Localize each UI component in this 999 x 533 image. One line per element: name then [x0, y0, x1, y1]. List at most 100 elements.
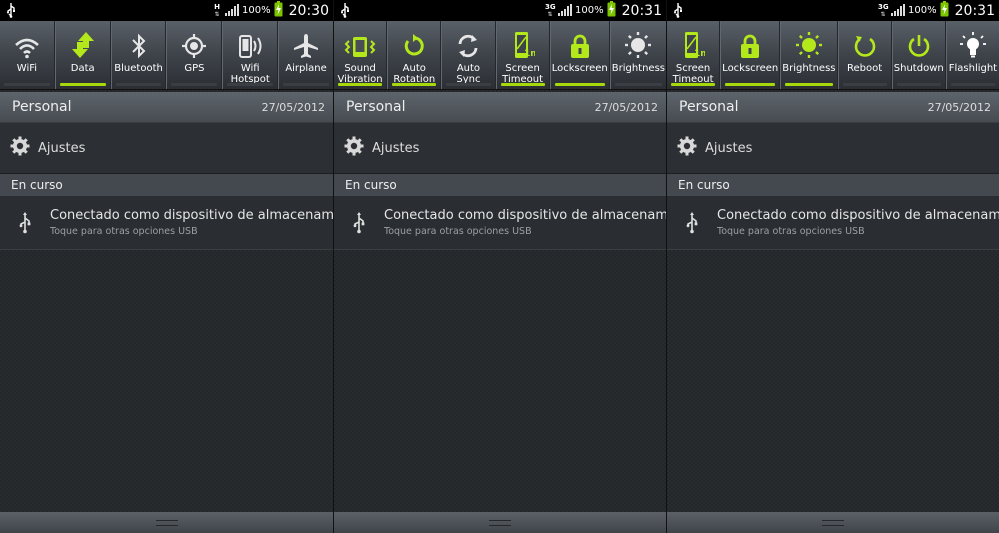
usb-status-icon [673, 2, 683, 22]
toggle-label: Auto Rotation [393, 63, 436, 85]
toggle-label: Flashlight [948, 63, 998, 74]
gear-icon [677, 136, 697, 160]
notification-panel-2: 3G ⇅ 100% 20:31 Sound Vibration Auto Rotat… [333, 0, 666, 533]
signal-icon [891, 1, 906, 20]
header-title: Personal [346, 99, 406, 115]
usb-notification[interactable]: Conectado como dispositivo de almacenami… [334, 196, 666, 250]
settings-row[interactable]: Ajustes [334, 122, 666, 174]
toggle-wifi-hotspot[interactable]: Wifi Hotspot [222, 21, 279, 89]
toggle-screen-timeout[interactable]: 1m Screen Timeout [667, 21, 721, 89]
sync-icon [442, 21, 494, 59]
toggle-label: Lockscreen [551, 63, 608, 74]
quick-settings-bar: Sound Vibration Auto Rotation Auto Sync 1m S… [334, 21, 666, 90]
toggle-airplane[interactable]: Airplane [278, 21, 333, 89]
screen-timeout-icon: 1m [497, 21, 549, 59]
toggle-state-indicator [59, 83, 106, 86]
data-arrows-icon [56, 21, 110, 59]
toggle-data[interactable]: Data [54, 21, 111, 89]
airplane-icon [279, 21, 333, 59]
hotspot-icon [223, 21, 277, 59]
toggle-label: Shutdown [893, 63, 944, 74]
header-title: Personal [679, 99, 739, 115]
header-title: Personal [12, 99, 72, 115]
drag-handle[interactable] [334, 512, 666, 533]
quick-settings-bar: WiFi Data Bluetooth GPS Wifi Hotspot Airplane [0, 21, 333, 90]
toggle-wifi[interactable]: WiFi [0, 21, 55, 89]
settings-row[interactable]: Ajustes [0, 122, 333, 174]
toggle-gps[interactable]: GPS [166, 21, 223, 89]
drag-handle[interactable] [0, 512, 333, 533]
toggle-auto-rotation[interactable]: Auto Rotation [387, 21, 442, 89]
grip-icon [489, 519, 511, 526]
toggle-state-indicator [171, 83, 218, 86]
grip-icon [155, 519, 178, 526]
brightness-icon [611, 21, 666, 59]
toggle-label: WiFi [16, 63, 38, 74]
notification-subtitle: Toque para otras opciones USB [717, 226, 865, 237]
settings-label: Ajustes [372, 140, 420, 156]
toggle-state-indicator [842, 83, 887, 86]
notification-subtitle: Toque para otras opciones USB [50, 226, 198, 237]
status-bar: H ⇅ 100% 20:30 [0, 0, 333, 21]
toggle-label: Airplane [285, 63, 327, 74]
toggle-label: GPS [184, 63, 205, 74]
lock-icon [721, 21, 779, 59]
toggle-label: Lockscreen [722, 63, 779, 74]
toggle-bluetooth[interactable]: Bluetooth [110, 21, 167, 89]
notification-panel-3: 3G⇅ 100% 20:31 1m Screen Timeout Lockscree… [666, 0, 999, 533]
toggle-brightness[interactable]: Brightness [609, 21, 666, 89]
toggle-reboot[interactable]: Reboot [837, 21, 892, 89]
notification-title: Conectado como dispositivo de almacenami [50, 208, 333, 223]
lock-icon [551, 21, 609, 59]
toggle-state-indicator [115, 83, 162, 86]
network-type-indicator: 3G ⇅ [545, 2, 556, 18]
clock: 20:31 [954, 2, 995, 19]
toggle-state-indicator [227, 83, 274, 86]
battery-charging-icon [274, 0, 283, 21]
ongoing-section-header: En curso [667, 174, 999, 196]
toggle-label: Brightness [611, 63, 666, 74]
settings-label: Ajustes [705, 140, 753, 156]
toggle-lockscreen[interactable]: Lockscreen [549, 21, 610, 89]
usb-status-icon [6, 2, 16, 22]
toggle-lockscreen[interactable]: Lockscreen [720, 21, 781, 89]
gear-icon [10, 136, 30, 160]
toggle-state-indicator [896, 83, 941, 86]
flashlight-icon [947, 21, 999, 59]
battery-percent: 100% [908, 5, 937, 16]
usb-icon [667, 211, 717, 234]
settings-row[interactable]: Ajustes [667, 122, 999, 174]
status-bar: 3G ⇅ 100% 20:31 [667, 0, 999, 21]
notification-header: Personal 27/05/2012 [0, 92, 333, 122]
toggle-flashlight[interactable]: Flashlight [945, 21, 999, 89]
gps-icon [167, 21, 221, 59]
toggle-auto-sync[interactable]: Auto Sync [441, 21, 496, 89]
battery-percent: 100% [242, 5, 271, 16]
shutdown-icon [893, 21, 945, 59]
ongoing-section-header: En curso [334, 174, 666, 196]
network-type-indicator: 3G ⇅ [878, 2, 889, 18]
toggle-state-indicator [554, 83, 605, 86]
toggle-brightness[interactable]: Brightness [780, 21, 838, 89]
usb-notification[interactable]: Conectado como dispositivo de almacenami… [0, 196, 333, 250]
clock: 20:30 [288, 2, 329, 19]
toggle-state-indicator [950, 83, 996, 86]
status-bar: 3G ⇅ 100% 20:31 [334, 0, 666, 21]
toggle-screen-timeout[interactable]: 1m Screen Timeout [495, 21, 550, 89]
toggle-state-indicator [446, 83, 491, 86]
settings-label: Ajustes [38, 140, 86, 156]
usb-notification[interactable]: Conectado como dispositivo de almacenami… [667, 196, 999, 250]
toggle-shutdown[interactable]: Shutdown [891, 21, 946, 89]
signal-icon [225, 1, 240, 20]
toggle-label: Data [70, 63, 95, 74]
drag-handle[interactable] [667, 512, 999, 533]
screen-timeout-icon: 1m [667, 21, 719, 59]
grip-icon [822, 519, 844, 526]
quick-settings-bar: 1m Screen Timeout LockscreenBrightness Rebo… [667, 21, 999, 90]
signal-icon [558, 1, 573, 20]
toggle-sound-vibration[interactable]: Sound Vibration [334, 21, 388, 89]
vibration-icon [334, 21, 386, 59]
battery-percent: 100% [575, 5, 604, 16]
notification-subtitle: Toque para otras opciones USB [384, 226, 532, 237]
wifi-icon [0, 21, 54, 59]
